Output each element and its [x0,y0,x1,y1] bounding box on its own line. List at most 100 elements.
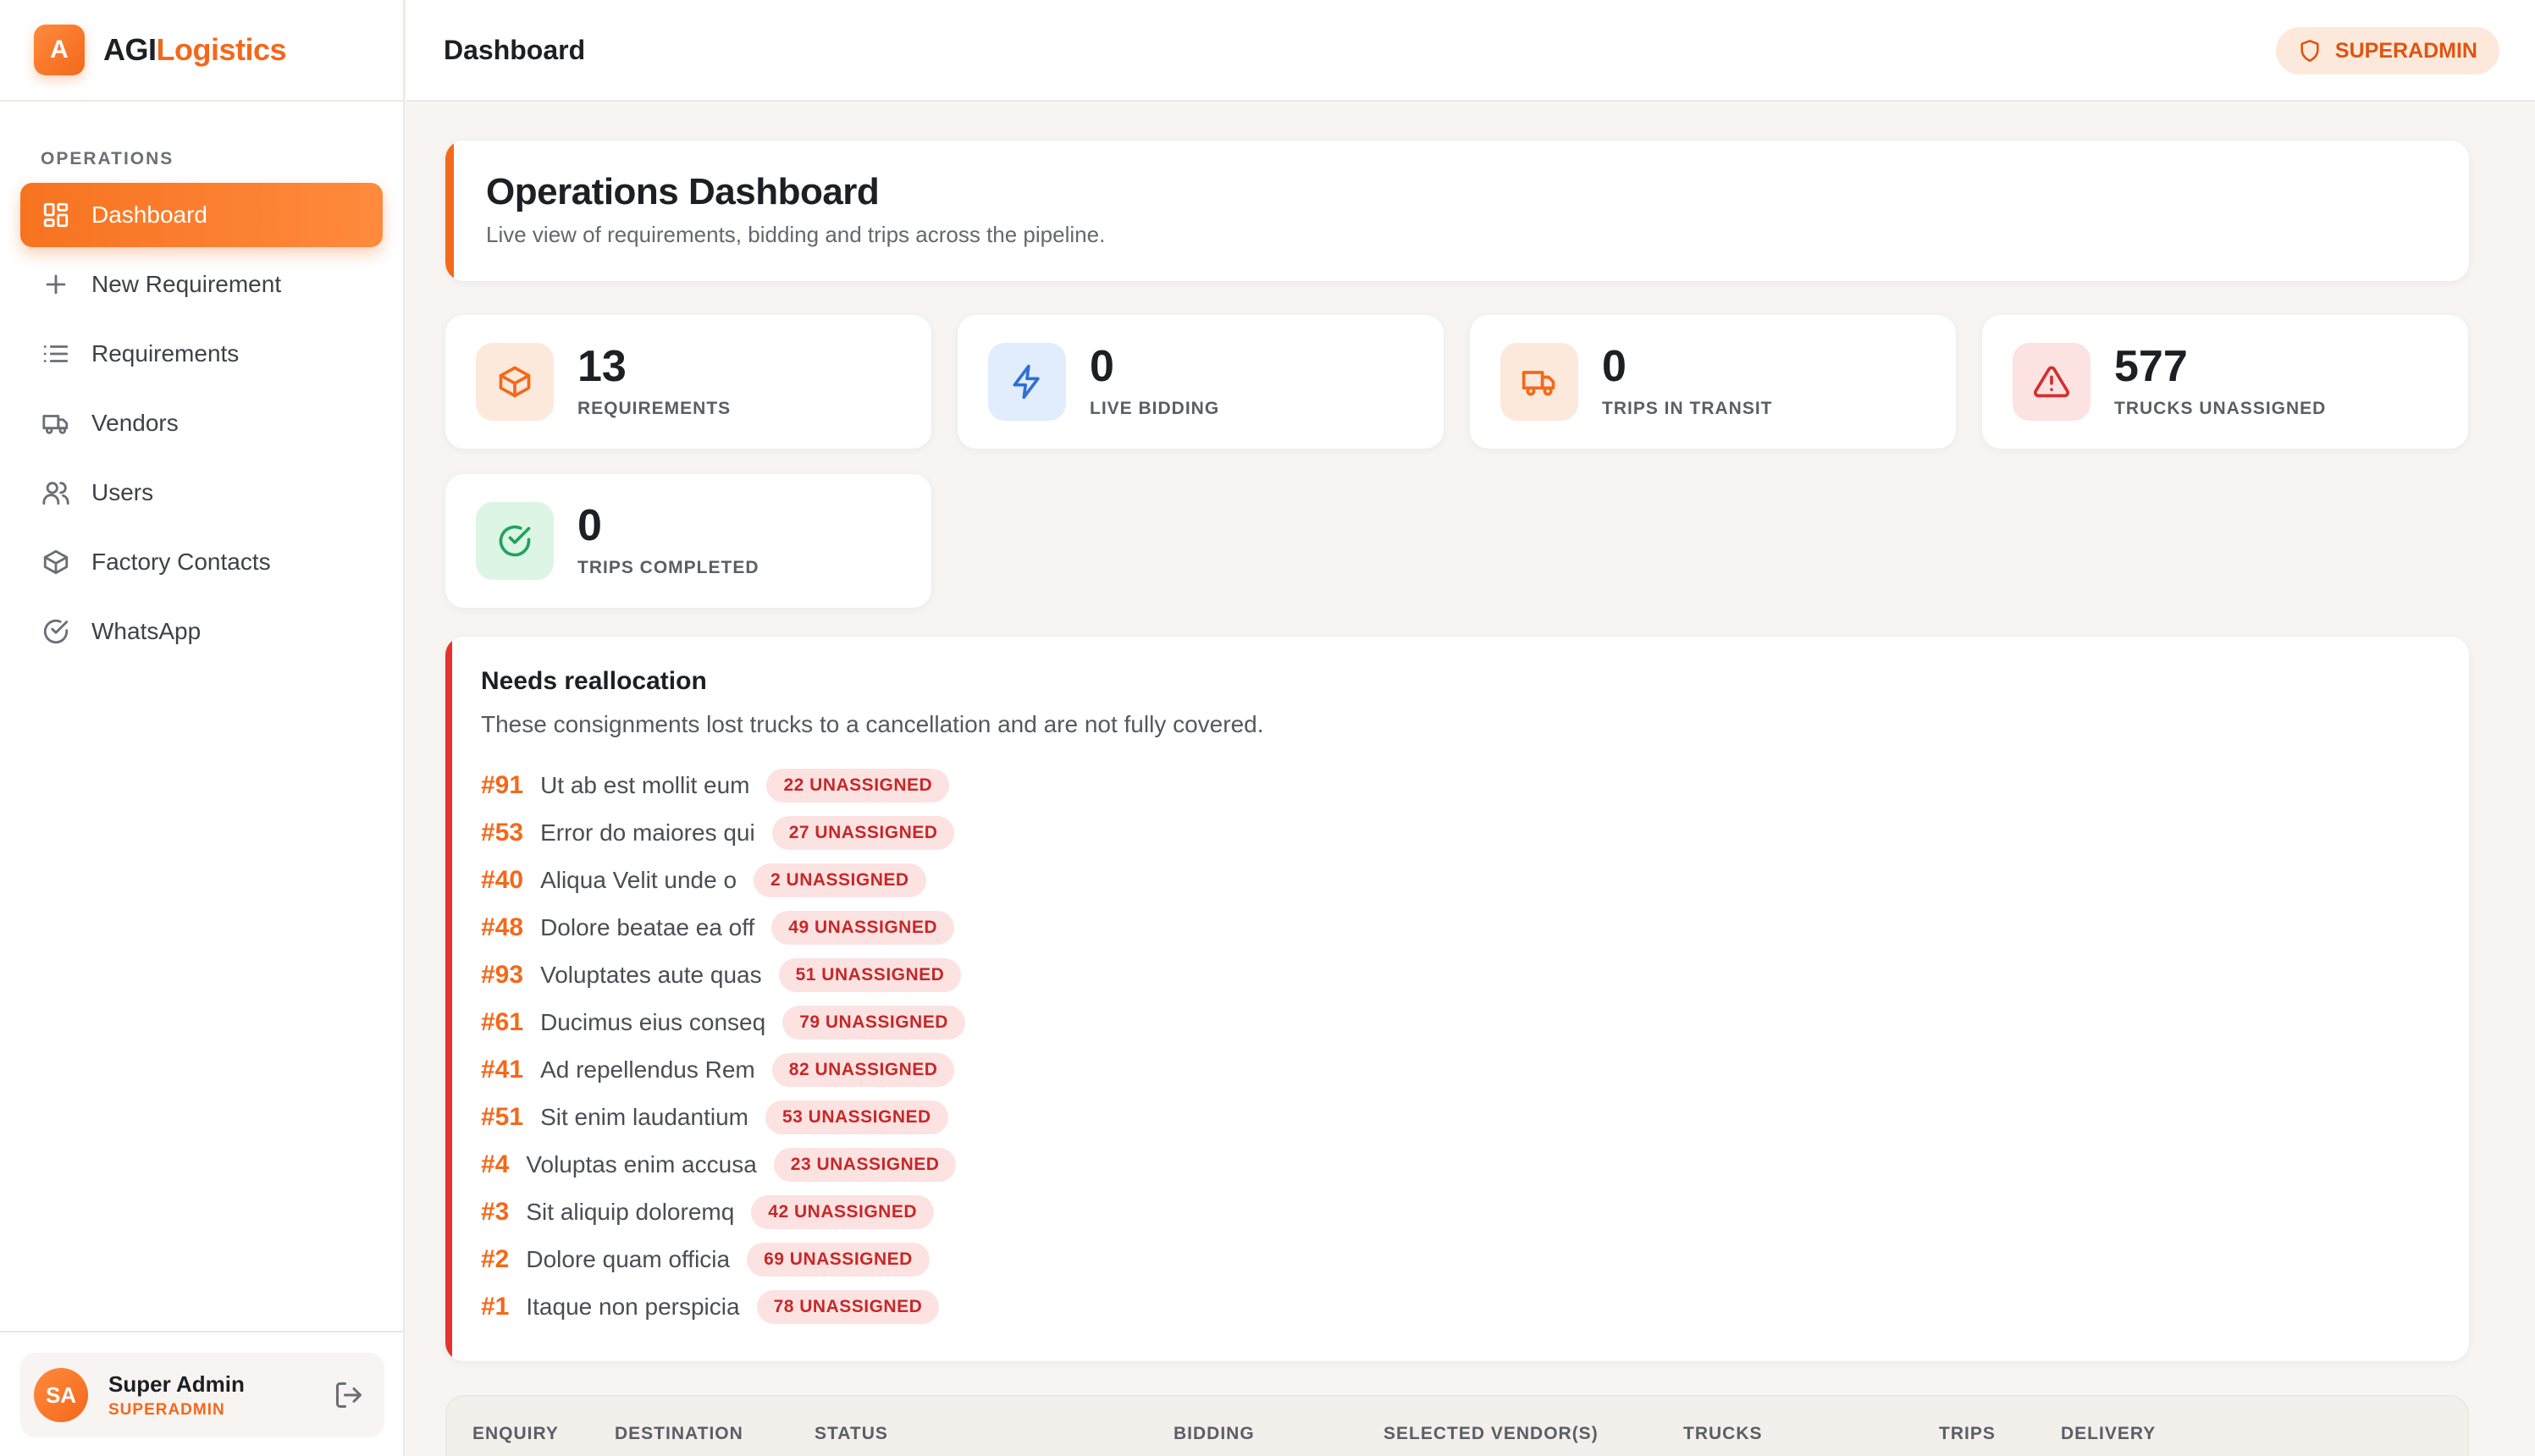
sidebar-item-label: New Requirement [91,271,282,297]
stat-value: 0 [577,501,602,550]
stat-trips-in-transit[interactable]: 0 TRIPS IN TRANSIT [1470,315,1956,449]
stat-body: 577 TRUCKS UNASSIGNED [2114,345,2326,419]
column-header-trucks[interactable]: TRUCKS [1683,1424,1763,1444]
brand[interactable]: A AGILogistics [0,0,403,102]
consignment-id[interactable]: #4 [481,1150,509,1179]
stat-label: TRUCKS UNASSIGNED [2114,399,2327,418]
user-role: SUPERADMIN [108,1400,225,1419]
column-header-enquiry[interactable]: ENQUIRY [472,1424,559,1444]
list-item[interactable]: #48 Dolore beatae ea off 49 UNASSIGNED [481,904,2469,951]
consignment-name: Ad repellendus Rem [540,1056,755,1083]
list-item[interactable]: #53 Error do maiores qui 27 UNASSIGNED [481,809,2469,857]
list-item[interactable]: #51 Sit enim laudantium 53 UNASSIGNED [481,1094,2469,1141]
list-item[interactable]: #4 Voluptas enim accusa 23 UNASSIGNED [481,1141,2469,1189]
list-item[interactable]: #2 Dolore quam officia 69 UNASSIGNED [481,1236,2469,1283]
sidebar-item-whatsapp[interactable]: WhatsApp [20,599,383,664]
truck-icon [41,408,71,438]
logout-icon[interactable] [334,1380,364,1410]
consignment-id[interactable]: #1 [481,1293,509,1321]
list-item[interactable]: #61 Ducimus eius conseq 79 UNASSIGNED [481,999,2469,1046]
stat-trucks-unassigned[interactable]: 577 TRUCKS UNASSIGNED [1982,315,2468,449]
list-item[interactable]: #91 Ut ab est mollit eum 22 UNASSIGNED [481,762,2469,809]
status-badge: 49 UNASSIGNED [771,911,955,945]
box-icon [476,343,554,421]
status-badge: 42 UNASSIGNED [751,1195,935,1229]
column-header-status[interactable]: STATUS [815,1424,888,1444]
consignment-id[interactable]: #2 [481,1245,509,1274]
consignment-name: Error do maiores qui [540,819,755,846]
list-item[interactable]: #40 Aliqua Velit unde o 2 UNASSIGNED [481,857,2469,904]
sidebar-item-factory-contacts[interactable]: Factory Contacts [20,530,383,594]
user-info: Super Admin SUPERADMIN [108,1371,245,1420]
brand-name: AGILogistics [103,32,287,68]
consignment-id[interactable]: #53 [481,819,523,847]
status-badge: 69 UNASSIGNED [747,1243,930,1277]
status-badge: 51 UNASSIGNED [778,958,962,992]
sidebar-item-label: WhatsApp [91,618,202,644]
stat-body: 0 TRIPS IN TRANSIT [1602,345,1773,419]
column-header-delivery[interactable]: DELIVERY [2061,1424,2156,1444]
consignment-name: Voluptas enim accusa [526,1151,757,1177]
check-circle-icon [476,502,554,580]
consignment-id[interactable]: #93 [481,961,523,990]
list-item[interactable]: #41 Ad repellendus Rem 82 UNASSIGNED [481,1046,2469,1094]
user-card[interactable]: SA Super Admin SUPERADMIN [20,1353,384,1437]
status-badge: 78 UNASSIGNED [756,1290,940,1324]
plus-icon [41,269,71,300]
column-header-bidding[interactable]: BIDDING [1174,1424,1255,1444]
column-header-selected-vendors[interactable]: SELECTED VENDOR(S) [1383,1424,1599,1444]
hero-card: Operations Dashboard Live view of requir… [445,141,2469,281]
stat-body: 0 TRIPS COMPLETED [577,504,759,578]
sidebar-item-label: Dashboard [91,201,207,228]
reallocation-subtitle: These consignments lost trucks to a canc… [481,711,1264,737]
role-badge-label: SUPERADMIN [2334,38,2477,63]
consignment-id[interactable]: #40 [481,866,523,895]
list-item[interactable]: #93 Voluptates aute quas 51 UNASSIGNED [481,951,2469,999]
consignment-id[interactable]: #61 [481,1008,523,1037]
stat-trips-completed[interactable]: 0 TRIPS COMPLETED [445,474,931,608]
consignment-id[interactable]: #48 [481,913,523,942]
column-header-trips[interactable]: TRIPS [1939,1424,1996,1444]
page-title: Dashboard [444,34,586,65]
consignment-id[interactable]: #41 [481,1056,523,1084]
stat-label: TRIPS COMPLETED [577,558,759,577]
box-icon [41,547,71,577]
sidebar: A AGILogistics OPERATIONS Dashboard New … [0,0,405,1456]
consignment-id[interactable]: #3 [481,1198,509,1227]
brand-logo: A [34,25,85,75]
sidebar-item-requirements[interactable]: Requirements [20,322,383,386]
sidebar-item-dashboard[interactable]: Dashboard [20,183,383,247]
user-name: Super Admin [108,1371,245,1397]
topbar: Dashboard SUPERADMIN [406,0,2535,102]
stat-label: REQUIREMENTS [577,399,732,418]
consignment-name: Itaque non perspicia [526,1293,740,1320]
truck-icon [1500,343,1578,421]
enquiries-table-header: ENQUIRY DESTINATION STATUS BIDDING SELEC… [445,1395,2469,1456]
consignment-name: Voluptates aute quas [540,962,762,988]
status-badge: 53 UNASSIGNED [765,1100,948,1134]
stat-live-bidding[interactable]: 0 LIVE BIDDING [958,315,1444,449]
sidebar-divider [0,1331,405,1332]
app-root: A AGILogistics OPERATIONS Dashboard New … [0,0,2535,1456]
role-badge[interactable]: SUPERADMIN [2275,27,2499,74]
column-header-destination[interactable]: DESTINATION [615,1424,743,1444]
sidebar-item-new-requirement[interactable]: New Requirement [20,252,383,317]
shield-icon [2300,40,2319,62]
list-item[interactable]: #1 Itaque non perspicia 78 UNASSIGNED [481,1283,2469,1331]
stat-value: 577 [2114,342,2188,391]
sidebar-nav: Dashboard New Requirement Requirements V… [0,183,403,664]
stat-label: TRIPS IN TRANSIT [1602,399,1773,418]
users-icon [41,477,71,508]
stat-requirements[interactable]: 13 REQUIREMENTS [445,315,931,449]
sidebar-item-users[interactable]: Users [20,461,383,525]
consignment-id[interactable]: #51 [481,1103,523,1132]
list-item[interactable]: #3 Sit aliquip doloremq 42 UNASSIGNED [481,1189,2469,1236]
sidebar-item-label: Requirements [91,340,240,367]
stats-grid: 13 REQUIREMENTS 0 LIVE BIDDING 0 TRIPS I… [445,315,2469,637]
consignment-id[interactable]: #91 [481,771,523,800]
stat-value: 13 [577,342,627,391]
hero-subtitle: Live view of requirements, bidding and t… [486,222,1106,247]
status-badge: 82 UNASSIGNED [771,1053,955,1087]
sidebar-item-vendors[interactable]: Vendors [20,391,383,455]
hero-title: Operations Dashboard [486,171,880,212]
